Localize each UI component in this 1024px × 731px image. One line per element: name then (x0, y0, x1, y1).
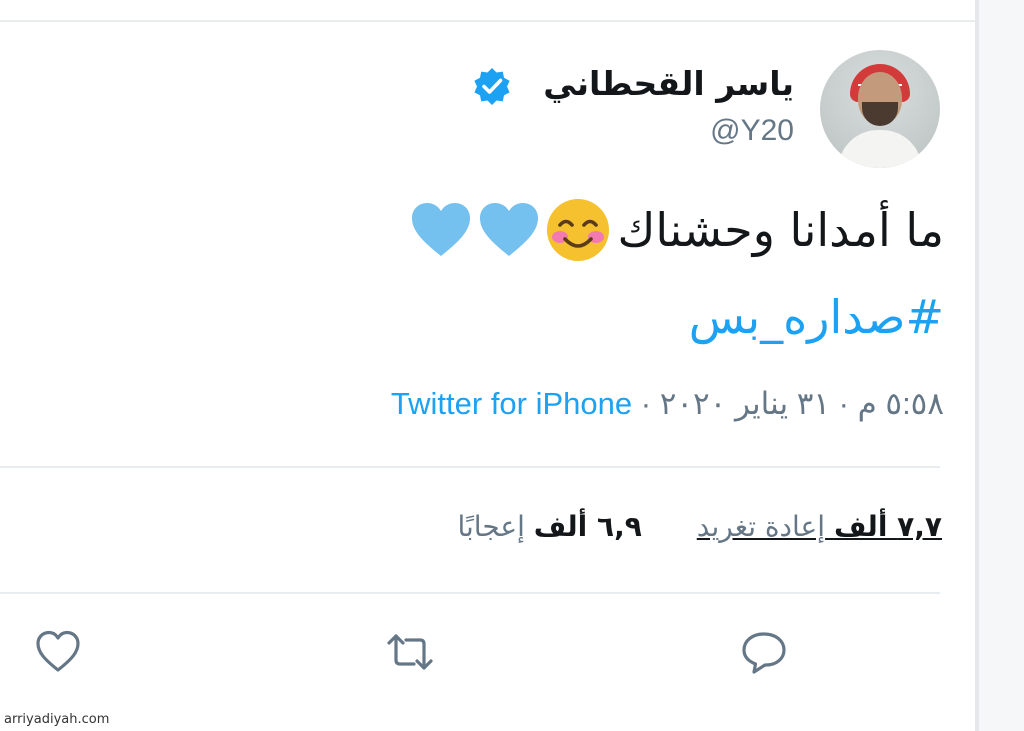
retweets-count: ٧,٧ ألف (833, 510, 942, 543)
tweet-text: ما أمدانا وحشناك (409, 190, 944, 270)
likes-stat[interactable]: ٦,٩ ألف إعجابًا (457, 502, 641, 552)
meta-separator: · (640, 386, 652, 421)
tweet-date[interactable]: ٣١ يناير ٢٠٢٠ (660, 386, 830, 421)
tweet-body-text: ما أمدانا وحشناك (617, 203, 944, 257)
retweet-icon[interactable] (386, 628, 434, 676)
retweets-stat[interactable]: ٧,٧ ألف إعادة تغريد (697, 502, 942, 552)
retweets-label: إعادة تغريد (696, 510, 826, 543)
avatar-beard (862, 102, 898, 126)
user-handle[interactable]: @Y20 (710, 114, 794, 148)
watermark: arriyadiyah.com (4, 712, 110, 727)
reply-icon[interactable] (740, 628, 788, 676)
avatar-thobe (838, 130, 922, 168)
stats-top-divider (0, 466, 940, 468)
blue-heart-emoji-icon (480, 203, 539, 256)
avatar[interactable] (820, 50, 940, 168)
like-icon[interactable] (34, 628, 82, 676)
hashtag-link[interactable]: #صداره_بس (689, 282, 944, 352)
top-divider (0, 20, 975, 22)
tweet-stats: ٧,٧ ألف إعادة تغريد ٦,٩ ألف إعجابًا (411, 502, 942, 552)
tweet-source-link[interactable]: Twitter for iPhone (391, 386, 632, 421)
right-gutter (979, 0, 1024, 731)
stats-bottom-divider (0, 592, 940, 594)
meta-separator: · (838, 386, 849, 421)
tweet-time[interactable]: ٥:٥٨ م (858, 386, 944, 421)
smiling-face-emoji-icon (547, 199, 610, 261)
verified-badge-icon (474, 68, 510, 105)
tweet-meta: ٥:٥٨ م · ٣١ يناير ٢٠٢٠ · Twitter for iPh… (391, 382, 944, 426)
likes-count: ٦,٩ ألف (533, 510, 642, 543)
likes-label: إعجابًا (457, 510, 525, 543)
display-name[interactable]: ياسر القحطاني (543, 64, 794, 103)
tweet-page: ياسر القحطاني @Y20 ما أمدانا وحشناك #صدا… (0, 0, 1024, 731)
blue-heart-emoji-icon (412, 203, 471, 256)
